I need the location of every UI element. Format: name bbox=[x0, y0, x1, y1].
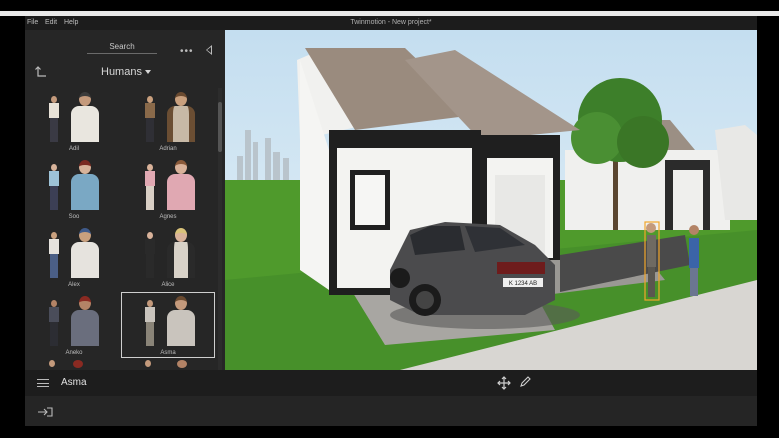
selection-bar: Asma bbox=[25, 370, 757, 396]
asset-name: Soo bbox=[68, 214, 80, 220]
pencil-icon[interactable] bbox=[519, 376, 531, 388]
human-portrait bbox=[69, 160, 101, 210]
human-thumbnail bbox=[143, 232, 157, 278]
twinmotion-window: File Edit Help Twinmotion - New project*… bbox=[25, 16, 757, 426]
scrollbar-thumb[interactable] bbox=[218, 102, 222, 152]
human-thumbnail bbox=[143, 300, 157, 346]
human-portrait bbox=[165, 296, 197, 346]
category-dropdown[interactable]: Humans bbox=[101, 66, 151, 78]
back-arrow-icon[interactable] bbox=[35, 66, 47, 78]
human-portrait bbox=[165, 228, 197, 278]
human-portrait bbox=[165, 160, 197, 210]
move-tool-icon[interactable] bbox=[497, 376, 511, 390]
letterbox-top bbox=[0, 0, 779, 11]
asset-tile[interactable]: Alice bbox=[121, 224, 215, 290]
asset-name: Asma bbox=[160, 350, 176, 356]
search-field[interactable]: Search bbox=[87, 42, 157, 51]
asset-tile[interactable]: Aneko bbox=[27, 292, 121, 358]
search-underline bbox=[87, 53, 157, 54]
asset-tile[interactable]: Agnes bbox=[121, 156, 215, 222]
hamburger-menu-icon[interactable] bbox=[37, 379, 49, 387]
asset-name: Adil bbox=[68, 146, 79, 152]
asset-name: Alice bbox=[161, 282, 175, 288]
status-bar bbox=[25, 396, 757, 426]
asset-name: Aneko bbox=[65, 350, 83, 356]
human-thumbnail bbox=[143, 164, 157, 210]
chevron-down-icon bbox=[144, 70, 151, 75]
window-title: Twinmotion - New project* bbox=[350, 19, 432, 26]
human-portrait bbox=[165, 92, 197, 142]
menubar: File Edit Help Twinmotion - New project* bbox=[25, 16, 757, 30]
asset-tile-selected[interactable]: Asma bbox=[121, 292, 215, 358]
more-options-icon[interactable]: ••• bbox=[180, 46, 194, 57]
human-portrait bbox=[69, 228, 101, 278]
asset-tile[interactable]: Alex bbox=[27, 224, 121, 290]
asset-tile[interactable] bbox=[121, 360, 215, 370]
asset-tile[interactable]: Adil bbox=[27, 88, 121, 154]
asset-name: Alex bbox=[68, 282, 80, 288]
category-label: Humans bbox=[101, 66, 142, 78]
asset-name: Adrian bbox=[159, 146, 177, 152]
human-thumbnail bbox=[47, 232, 61, 278]
scene-render: K 1234 AB bbox=[225, 30, 757, 370]
selected-object-name: Asma bbox=[61, 377, 87, 388]
human-thumbnail bbox=[47, 300, 61, 346]
asset-tile[interactable] bbox=[27, 360, 121, 370]
human-portrait bbox=[69, 296, 101, 346]
asset-name: Agnes bbox=[159, 214, 177, 220]
library-panel: Search ••• Humans Adil Adrian Soo Agnes … bbox=[25, 30, 225, 370]
collapse-panel-icon[interactable] bbox=[206, 45, 212, 55]
exit-icon[interactable] bbox=[37, 407, 53, 417]
human-portrait bbox=[69, 92, 101, 142]
human-thumbnail bbox=[47, 164, 61, 210]
human-thumbnail bbox=[47, 96, 61, 142]
asset-tile[interactable]: Adrian bbox=[121, 88, 215, 154]
car-plate-text: K 1234 AB bbox=[509, 281, 537, 287]
asset-tile[interactable]: Soo bbox=[27, 156, 121, 222]
human-thumbnail bbox=[143, 96, 157, 142]
3d-viewport[interactable]: K 1234 AB bbox=[225, 30, 757, 370]
